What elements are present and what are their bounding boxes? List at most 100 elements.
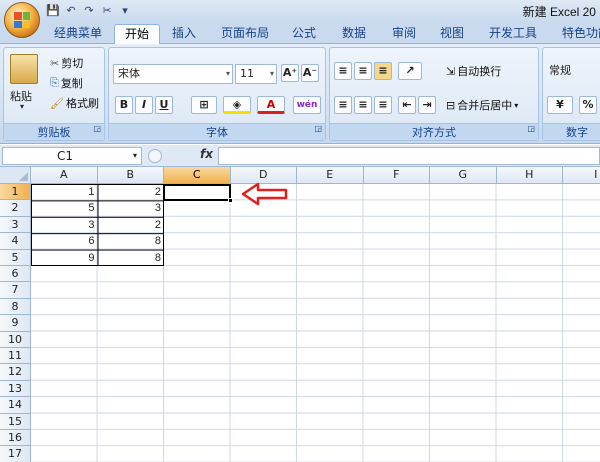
border-button[interactable]: ⊞ [191, 96, 217, 114]
shrink-font-button[interactable]: A⁻ [301, 64, 319, 82]
wrap-text-button[interactable]: ⇲ 自动换行 [446, 62, 501, 80]
tab-page-layout[interactable]: 页面布局 [212, 24, 278, 44]
row-header[interactable]: 16 [0, 430, 31, 447]
row-header[interactable]: 6 [0, 266, 31, 283]
column-header-c[interactable]: C [164, 167, 231, 184]
redo-icon[interactable]: ↷ [82, 4, 96, 18]
cut-label: 剪切 [61, 57, 84, 70]
merge-center-button[interactable]: ⊟ 合并后居中 ▾ [446, 96, 518, 114]
paste-icon[interactable] [10, 54, 38, 84]
orientation-icon[interactable]: ↗ [398, 62, 422, 80]
tab-data[interactable]: 数据 [334, 24, 374, 44]
column-header-i[interactable]: I [563, 167, 600, 184]
alignment-group-label: 对齐方式 ◲ [330, 123, 538, 140]
column-header-b[interactable]: B [97, 167, 164, 184]
column-header-e[interactable]: E [297, 167, 364, 184]
row-header[interactable]: 4 [0, 233, 31, 250]
align-bottom-icon[interactable]: ≡ [374, 62, 392, 80]
font-name-select[interactable]: 宋体 ▾ [113, 64, 233, 84]
increase-indent-icon[interactable]: ⇥ [418, 96, 436, 114]
fill-handle[interactable] [228, 198, 233, 203]
tab-developer[interactable]: 开发工具 [480, 24, 546, 44]
number-format-select[interactable]: 常规 [545, 62, 600, 82]
align-top-icon[interactable]: ≡ [334, 62, 352, 80]
tab-home[interactable]: 开始 [114, 24, 160, 45]
cell-a5[interactable]: 9 [31, 250, 98, 266]
formula-input[interactable] [218, 147, 600, 165]
percent-button[interactable]: % [579, 96, 597, 114]
font-group-label: 字体 ◲ [109, 123, 325, 140]
tab-review[interactable]: 审阅 [384, 24, 424, 44]
save-icon[interactable]: 💾 [46, 4, 60, 18]
row-header[interactable]: 9 [0, 315, 31, 332]
row-header[interactable]: 14 [0, 397, 31, 414]
row-header[interactable]: 8 [0, 298, 31, 316]
copy-button[interactable]: ⎘ 复制 [50, 74, 83, 92]
underline-button[interactable]: U [155, 96, 173, 114]
wrap-text-icon: ⇲ [446, 64, 456, 78]
bold-button[interactable]: B [115, 96, 133, 114]
column-header-g[interactable]: G [430, 167, 497, 184]
align-middle-icon[interactable]: ≡ [354, 62, 372, 80]
row-header[interactable]: 13 [0, 380, 31, 398]
left-arrow-icon [241, 182, 288, 206]
cell-b2[interactable]: 3 [98, 200, 165, 216]
cell-a1[interactable]: 1 [31, 184, 98, 200]
format-painter-button[interactable]: 🖌 格式刷 [50, 94, 99, 112]
undo-icon[interactable]: ↶ [64, 4, 78, 18]
row-header[interactable]: 5 [0, 249, 31, 266]
insert-function-button[interactable]: fx [200, 147, 213, 161]
chevron-down-icon: ▾ [225, 69, 230, 78]
dialog-launcher-icon[interactable]: ◲ [93, 120, 101, 137]
cell-a3[interactable]: 3 [31, 217, 98, 233]
row-header[interactable]: 15 [0, 413, 31, 430]
row-header[interactable]: 1 [0, 184, 31, 201]
active-cell-c1[interactable] [163, 184, 233, 203]
currency-icon[interactable]: ¥ [547, 96, 573, 114]
column-header-a[interactable]: A [31, 167, 98, 184]
clipboard-group-label: 剪贴板 ◲ [4, 123, 104, 140]
select-all-button[interactable] [0, 167, 31, 184]
column-header-h[interactable]: H [496, 167, 563, 184]
paste-dropdown-icon[interactable]: ▾ [20, 102, 24, 111]
decrease-indent-icon[interactable]: ⇤ [398, 96, 416, 114]
tab-formulas[interactable]: 公式 [284, 24, 324, 44]
cell-b3[interactable]: 2 [98, 217, 165, 233]
row-header[interactable]: 10 [0, 331, 31, 348]
brush-icon: 🖌 [50, 96, 64, 110]
tab-classic-menu[interactable]: 经典菜单 [46, 24, 110, 44]
row-header[interactable]: 2 [0, 200, 31, 217]
cell-a4[interactable]: 6 [31, 233, 98, 249]
name-box[interactable]: C1 ▾ [2, 147, 142, 165]
tab-insert[interactable]: 插入 [164, 24, 204, 44]
row-header[interactable]: 11 [0, 348, 31, 365]
dialog-launcher-icon[interactable]: ◲ [314, 120, 322, 137]
dialog-launcher-icon[interactable]: ◲ [527, 120, 535, 137]
grow-font-button[interactable]: A⁺ [281, 64, 299, 82]
font-color-button[interactable]: A [257, 96, 285, 114]
phonetic-button[interactable]: wén [293, 96, 321, 114]
row-header[interactable]: 7 [0, 282, 31, 299]
italic-button[interactable]: I [135, 96, 153, 114]
align-left-icon[interactable]: ≡ [334, 96, 352, 114]
align-right-icon[interactable]: ≡ [374, 96, 392, 114]
customize-qat-icon[interactable]: ▾ [118, 4, 132, 18]
clipboard-group: 粘贴 ▾ ✂ 剪切 ⎘ 复制 🖌 格式刷 剪贴板 ◲ [3, 47, 105, 141]
font-size-select[interactable]: 11 ▾ [235, 64, 277, 84]
row-header[interactable]: 17 [0, 446, 31, 462]
column-header-f[interactable]: F [363, 167, 430, 184]
align-center-icon[interactable]: ≡ [354, 96, 372, 114]
scissors-icon[interactable]: ✂ [100, 4, 114, 18]
cut-button[interactable]: ✂ 剪切 [50, 54, 83, 72]
cell-b4[interactable]: 8 [98, 233, 165, 249]
cell-b1[interactable]: 2 [98, 184, 165, 200]
office-button[interactable] [4, 2, 40, 38]
cell-a2[interactable]: 5 [31, 200, 98, 216]
tab-special[interactable]: 特色功能 [556, 24, 600, 44]
row-header[interactable]: 3 [0, 216, 31, 234]
row-header[interactable]: 12 [0, 364, 31, 381]
chevron-down-icon: ▾ [132, 151, 137, 160]
cell-b5[interactable]: 8 [98, 250, 165, 266]
tab-view[interactable]: 视图 [432, 24, 472, 44]
fill-color-button[interactable]: ◈ [223, 96, 251, 114]
